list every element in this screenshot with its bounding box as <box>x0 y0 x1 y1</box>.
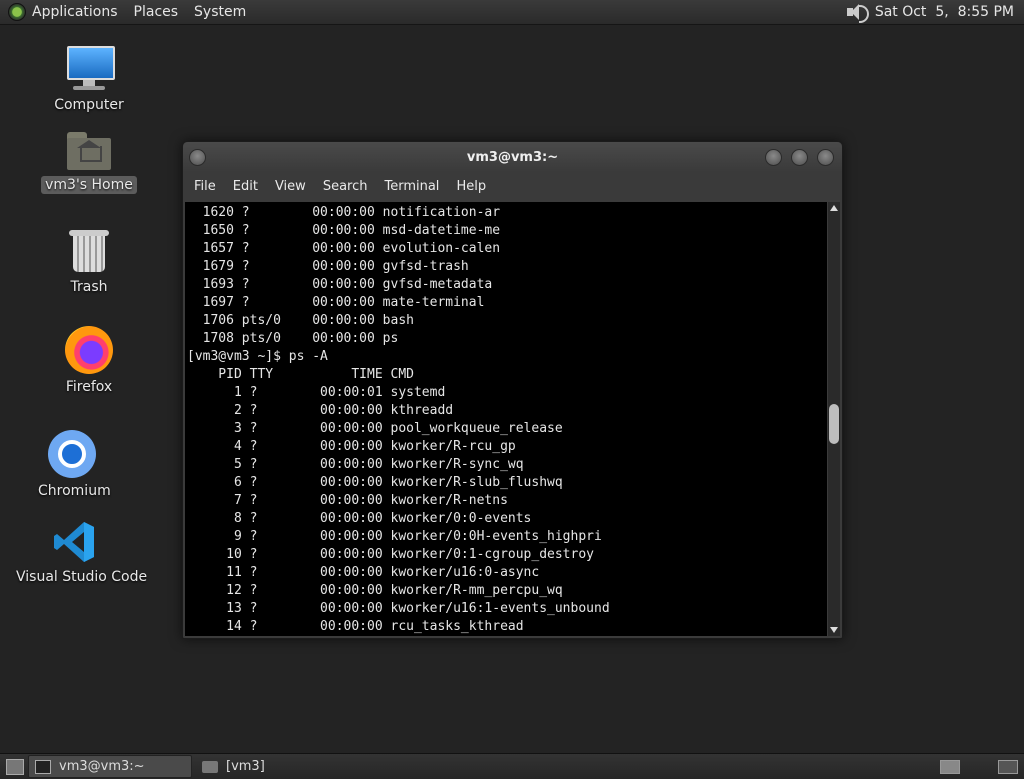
workspace-1[interactable] <box>940 759 960 774</box>
terminal-text[interactable]: 1620 ? 00:00:00 notification-ar 1650 ? 0… <box>185 202 827 636</box>
workspace-2[interactable] <box>998 759 1018 774</box>
maximize-button[interactable] <box>791 149 808 166</box>
show-desktop-icon[interactable] <box>6 758 24 775</box>
firefox-icon <box>65 326 113 374</box>
window-title: vm3@vm3:~ <box>466 149 559 165</box>
terminal-icon <box>35 759 51 774</box>
menu-file[interactable]: File <box>194 179 216 194</box>
computer-icon <box>65 44 115 92</box>
desktop-icon-label: Computer <box>54 97 124 113</box>
folder-icon <box>202 760 218 773</box>
window-menu-icon[interactable] <box>189 149 206 166</box>
workspace-switcher <box>940 759 1018 774</box>
menu-search[interactable]: Search <box>323 179 368 194</box>
menu-help[interactable]: Help <box>456 179 486 194</box>
desktop-icon-firefox[interactable]: Firefox <box>54 326 124 396</box>
taskbar-item-label: [vm3] <box>226 759 265 774</box>
close-button[interactable] <box>817 149 834 166</box>
menu-view[interactable]: View <box>275 179 306 194</box>
desktop-icon-label: Trash <box>70 279 108 295</box>
window-titlebar[interactable]: vm3@vm3:~ <box>183 142 842 172</box>
trash-icon <box>69 228 109 274</box>
taskbar-item-label: vm3@vm3:~ <box>59 759 145 774</box>
top-menu: Applications Places System <box>0 3 262 21</box>
home-folder-icon <box>65 128 113 172</box>
desktop-icon-label: Chromium <box>38 483 111 499</box>
panel-status-area: Sat Oct 5, 8:55 PM <box>845 3 1024 23</box>
scrollbar-thumb[interactable] <box>829 404 839 444</box>
volume-icon[interactable] <box>845 3 869 23</box>
desktop-icon-computer[interactable]: Computer <box>50 44 128 114</box>
clock[interactable]: Sat Oct 5, 8:55 PM <box>875 4 1014 20</box>
desktop-icon-home[interactable]: vm3's Home <box>40 128 138 194</box>
menu-terminal[interactable]: Terminal <box>384 179 439 194</box>
desktop-icon-label: vm3's Home <box>41 176 137 194</box>
scroll-up-icon[interactable] <box>830 205 838 211</box>
desktop-icon-label: Firefox <box>65 379 113 395</box>
taskbar-item-terminal[interactable]: vm3@vm3:~ <box>28 755 192 778</box>
terminal-scrollbar[interactable] <box>828 202 840 636</box>
top-panel: Applications Places System Sat Oct 5, 8:… <box>0 0 1024 25</box>
terminal-output[interactable]: 1620 ? 00:00:00 notification-ar 1650 ? 0… <box>185 202 827 636</box>
mate-logo-icon[interactable] <box>8 3 26 21</box>
menu-system[interactable]: System <box>194 4 246 20</box>
menu-applications[interactable]: Applications <box>32 4 118 20</box>
chromium-icon <box>48 430 96 478</box>
terminal-menubar: File Edit View Search Terminal Help <box>183 172 842 200</box>
menu-edit[interactable]: Edit <box>233 179 258 194</box>
desktop-icon-trash[interactable]: Trash <box>58 228 120 296</box>
desktop-icon-label: Visual Studio Code <box>16 569 148 585</box>
desktop-icon-chromium[interactable]: Chromium <box>34 430 111 500</box>
terminal-window: vm3@vm3:~ File Edit View Search Terminal… <box>182 141 843 639</box>
scroll-down-icon[interactable] <box>830 627 838 633</box>
menu-places[interactable]: Places <box>134 4 179 20</box>
minimize-button[interactable] <box>765 149 782 166</box>
taskbar-item-folder[interactable]: [vm3] <box>196 756 271 777</box>
desktop-icon-vscode[interactable]: Visual Studio Code <box>12 520 147 586</box>
vscode-icon <box>54 522 94 562</box>
bottom-panel: vm3@vm3:~ [vm3] <box>0 753 1024 779</box>
